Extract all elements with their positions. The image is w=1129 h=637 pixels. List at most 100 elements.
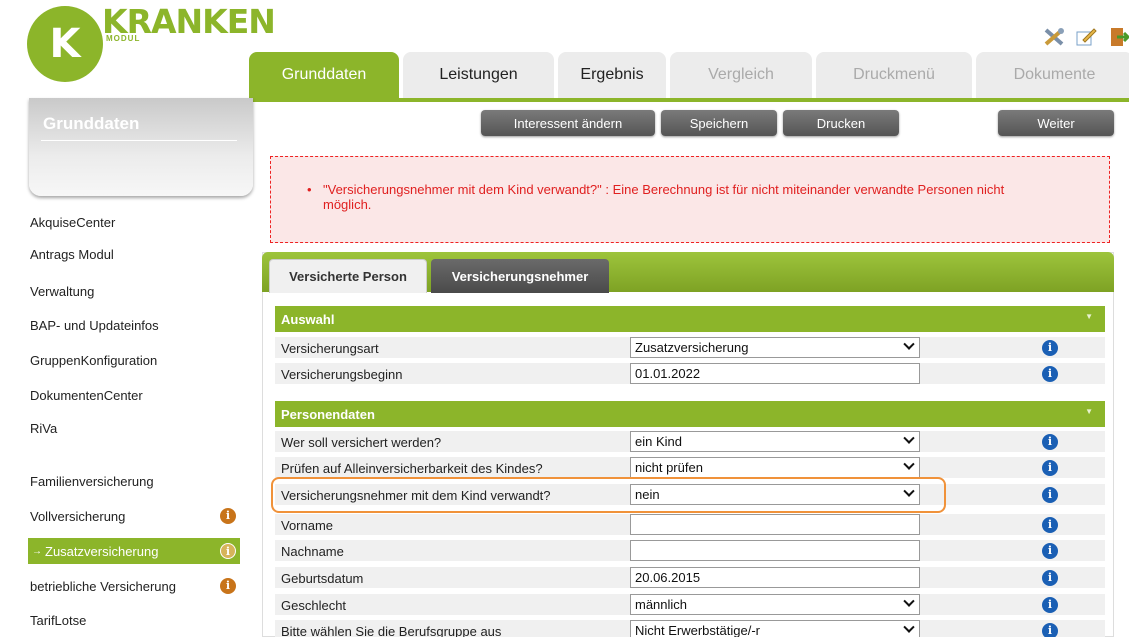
collapse-arrow-icon[interactable]: ▼ <box>1085 407 1093 416</box>
wer-versichert-select[interactable]: ein Kind <box>630 431 920 452</box>
logo-subtitle: MODUL <box>106 34 141 43</box>
select-value: ein Kind <box>635 434 682 449</box>
sidebar-item-label: Verwaltung <box>30 283 95 299</box>
info-icon[interactable]: i <box>1042 366 1058 382</box>
select-value: Nicht Erwerbstätige/-r <box>635 623 760 637</box>
tabs-underline <box>249 98 1129 102</box>
sidebar-item-tariflotse[interactable]: TarifLotse <box>30 607 240 633</box>
edit-note-icon[interactable] <box>1075 26 1097 48</box>
berufsgruppe-select[interactable]: Nicht Erwerbstätige/-r <box>630 620 920 637</box>
chevron-down-icon <box>903 621 915 633</box>
section-header-auswahl[interactable]: Auswahl ▼ <box>275 306 1105 332</box>
tab-leistungen[interactable]: Leistungen <box>403 52 554 98</box>
sidebar-item-gruppenkonfiguration[interactable]: GruppenKonfiguration <box>30 347 240 373</box>
section-title: Personendaten <box>281 406 375 422</box>
info-icon[interactable]: i <box>1042 543 1058 559</box>
exit-door-icon[interactable] <box>1107 26 1129 48</box>
save-button[interactable]: Speichern <box>661 110 777 136</box>
sidebar-item-verwaltung[interactable]: Verwaltung <box>30 278 240 304</box>
sidebar-item-label: GruppenKonfiguration <box>30 352 158 368</box>
field-label: Geburtsdatum <box>281 571 364 586</box>
print-button[interactable]: Drucken <box>783 110 899 136</box>
sidebar-item-label: Vollversicherung <box>30 508 126 524</box>
form-row-versicherungsbeginn: Versicherungsbeginn 01.01.2022 i <box>275 363 1105 385</box>
geschlecht-select[interactable]: männlich <box>630 594 920 615</box>
sidebar-item-label: betriebliche Versicherung <box>30 578 176 594</box>
subtab-versicherungsnehmer[interactable]: Versicherungsnehmer <box>431 259 609 293</box>
info-icon[interactable]: i <box>1042 517 1058 533</box>
tools-icon[interactable] <box>1043 26 1065 48</box>
sidebar-item-label: DokumentenCenter <box>30 387 143 403</box>
tab-grunddaten[interactable]: Grunddaten <box>249 52 399 98</box>
chevron-down-icon <box>903 432 915 444</box>
tab-druckmenue: Druckmenü <box>816 52 972 98</box>
field-label: Wer soll versichert werden? <box>281 435 442 450</box>
sidebar-item-label: Zusatzversicherung <box>45 543 159 559</box>
sidebar-item-bap-updateinfos[interactable]: BAP- und Updateinfos <box>30 312 240 338</box>
sidebar-item-betriebliche-versicherung[interactable]: betriebliche Versicherung i <box>30 573 240 599</box>
sidebar-item-antrags-modul[interactable]: Antrags Modul <box>30 241 240 267</box>
sidebar-item-label: TarifLotse <box>30 612 87 628</box>
subtab-versicherte-person[interactable]: Versicherte Person <box>269 259 427 293</box>
info-icon[interactable]: i <box>220 543 236 559</box>
info-icon[interactable]: i <box>1042 460 1058 476</box>
field-label: Geschlecht <box>281 598 347 613</box>
sidebar-title: Grunddaten <box>43 114 140 133</box>
vorname-input[interactable] <box>630 514 920 535</box>
info-icon[interactable]: i <box>1042 434 1058 450</box>
info-icon[interactable]: i <box>220 578 236 594</box>
logo-mark: K <box>27 6 103 82</box>
collapse-arrow-icon[interactable]: ▼ <box>1085 312 1093 321</box>
sidebar-header: Grunddaten <box>29 98 253 196</box>
sidebar-item-label: Antrags Modul <box>30 246 114 262</box>
info-icon[interactable]: i <box>1042 340 1058 356</box>
tab-ergebnis[interactable]: Ergebnis <box>558 52 666 98</box>
nachname-input[interactable] <box>630 540 920 561</box>
form-row-berufsgruppe: Bitte wählen Sie die Berufsgruppe aus Ni… <box>275 620 1105 637</box>
field-label: Bitte wählen Sie die Berufsgruppe aus <box>281 624 502 637</box>
error-line: möglich. <box>323 197 372 212</box>
sidebar-item-zusatzversicherung[interactable]: → Zusatzversicherung i <box>28 538 240 564</box>
alleinversicherbarkeit-select[interactable]: nicht prüfen <box>630 457 920 478</box>
form-row-wer-versichert: Wer soll versichert werden? ein Kind i <box>275 431 1105 453</box>
sidebar-item-label: RiVa <box>30 420 58 436</box>
form-row-vorname: Vorname i <box>275 514 1105 536</box>
section-title: Auswahl <box>281 311 335 327</box>
info-icon[interactable]: i <box>1042 570 1058 586</box>
chevron-down-icon <box>903 338 915 350</box>
select-value: nicht prüfen <box>635 460 703 475</box>
versicherungsart-select[interactable]: Zusatzversicherung <box>630 337 920 358</box>
field-label: Prüfen auf Alleinversicherbarkeit des Ki… <box>281 461 543 476</box>
interessent-aendern-button[interactable]: Interessent ändern <box>481 110 655 136</box>
info-icon[interactable]: i <box>1042 623 1058 637</box>
next-button[interactable]: Weiter <box>998 110 1114 136</box>
form-row-nachname: Nachname i <box>275 540 1105 562</box>
info-icon[interactable]: i <box>1042 597 1058 613</box>
chevron-down-icon <box>903 458 915 470</box>
error-line: "Versicherungsnehmer mit dem Kind verwan… <box>323 182 1005 197</box>
sidebar-item-familienversicherung[interactable]: Familienversicherung <box>30 468 240 494</box>
versicherungsbeginn-input[interactable]: 01.01.2022 <box>630 363 920 384</box>
sidebar-item-label: BAP- und Updateinfos <box>30 317 159 333</box>
error-message: "Versicherungsnehmer mit dem Kind verwan… <box>323 182 1093 212</box>
arrow-right-icon: → <box>32 545 42 557</box>
error-message-box: • "Versicherungsnehmer mit dem Kind verw… <box>270 156 1110 243</box>
form-row-alleinversicherbarkeit: Prüfen auf Alleinversicherbarkeit des Ki… <box>275 457 1105 479</box>
sidebar-item-label: Familienversicherung <box>30 473 154 489</box>
sidebar-item-label: AkquiseCenter <box>30 214 116 230</box>
chevron-down-icon <box>903 595 915 607</box>
main-tabs: Grunddaten Leistungen Ergebnis Vergleich… <box>249 52 1129 98</box>
error-bullet: • <box>307 182 312 197</box>
sidebar-item-dokumentencenter[interactable]: DokumentenCenter <box>30 382 240 408</box>
sidebar-item-riva[interactable]: RiVa <box>30 415 240 441</box>
tab-vergleich: Vergleich <box>670 52 812 98</box>
sidebar-item-akquisecenter[interactable]: AkquiseCenter <box>30 209 240 235</box>
geburtsdatum-input[interactable]: 20.06.2015 <box>630 567 920 588</box>
sidebar-item-vollversicherung[interactable]: Vollversicherung i <box>30 503 240 529</box>
field-label: Vorname <box>281 518 334 533</box>
info-icon[interactable]: i <box>220 508 236 524</box>
highlight-frame <box>271 477 946 513</box>
info-icon[interactable]: i <box>1042 487 1058 503</box>
section-header-personendaten[interactable]: Personendaten ▼ <box>275 401 1105 427</box>
select-value: Zusatzversicherung <box>635 340 749 355</box>
